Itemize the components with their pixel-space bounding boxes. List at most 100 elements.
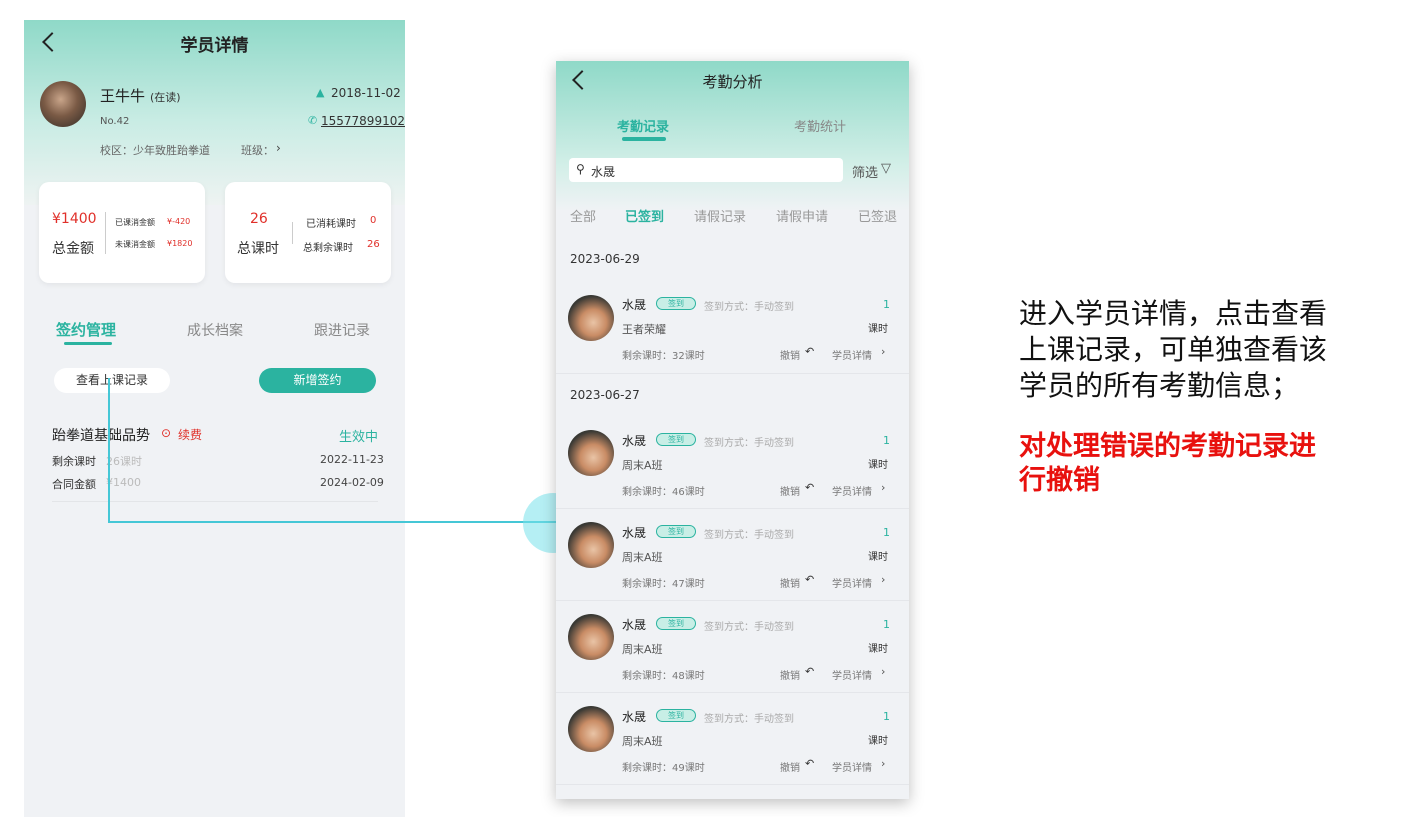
contract-end-date: 2024-02-09: [320, 476, 384, 489]
view-class-records-button[interactable]: 查看上课记录: [54, 368, 170, 393]
subtab-leave-requests[interactable]: 请假申请: [776, 206, 828, 225]
student-detail-link[interactable]: 学员详情: [832, 575, 872, 590]
tab-indicator: [64, 342, 112, 345]
connector-line: [108, 521, 560, 523]
attendance-record[interactable]: 水晟 签到 签到方式：手动签到 1 周末A班 课时 剩余课时：49课时 撤销 ↶…: [556, 695, 909, 785]
tab-attendance-records[interactable]: 考勤记录: [617, 116, 669, 135]
record-remaining: 剩余课时：48课时: [622, 671, 705, 682]
student-detail-link[interactable]: 学员详情: [832, 759, 872, 774]
divider: [52, 501, 378, 502]
student-detail-link[interactable]: 学员详情: [832, 667, 872, 682]
record-remaining: 剩余课时：32课时: [622, 351, 705, 362]
undo-icon[interactable]: ↶: [805, 345, 814, 358]
undo-icon[interactable]: ↶: [805, 573, 814, 586]
record-unit: 课时: [868, 552, 888, 563]
record-unit: 课时: [868, 644, 888, 655]
revoke-button[interactable]: 撤销: [780, 483, 800, 498]
record-remaining: 剩余课时：49课时: [622, 763, 705, 774]
contract-status: 生效中: [339, 430, 379, 445]
search-icon: ⚲: [576, 162, 585, 176]
student-name: 王牛牛: [100, 87, 146, 105]
chevron-right-icon[interactable]: ›: [881, 573, 885, 586]
subtab-leave-records[interactable]: 请假记录: [694, 206, 746, 225]
record-remaining: 剩余课时：47课时: [622, 579, 705, 590]
filter-button[interactable]: 筛选: [852, 162, 878, 181]
record-unit: 课时: [868, 736, 888, 747]
record-name: 水晟: [622, 298, 647, 312]
revoke-button[interactable]: 撤销: [780, 575, 800, 590]
attendance-record[interactable]: 水晟 签到 签到方式：手动签到 1 周末A班 课时 剩余课时：46课时 撤销 ↶…: [556, 419, 909, 509]
record-count: 1: [883, 298, 890, 311]
page-title: 学员详情: [180, 36, 249, 56]
tab-attendance-stats[interactable]: 考勤统计: [794, 116, 846, 135]
attendance-analysis-screen: 考勤分析 考勤记录 考勤统计 ⚲ 水晟 筛选 ▽ 全部 已签到 请假记录 请假申…: [556, 61, 909, 799]
contract-remaining-value: 26课时: [106, 455, 142, 468]
chevron-right-icon[interactable]: ›: [881, 665, 885, 678]
remaining-hours-label: 总剩余课时: [303, 243, 353, 254]
signin-method: 签到方式：手动签到: [704, 530, 794, 541]
revoke-button[interactable]: 撤销: [780, 667, 800, 682]
record-name: 水晟: [622, 618, 647, 632]
tab-indicator: [622, 137, 666, 141]
tab-contract[interactable]: 签约管理: [56, 319, 116, 340]
used-hours-value: 0: [370, 215, 377, 226]
attendance-record[interactable]: 水晟 签到 签到方式：手动签到 1 王者荣耀 课时 剩余课时：32课时 撤销 ↶…: [556, 284, 909, 374]
annotation-line: 学员的所有考勤信息；: [1019, 369, 1300, 402]
new-contract-button[interactable]: 新增签约: [259, 368, 376, 393]
undo-icon[interactable]: ↶: [805, 665, 814, 678]
attendance-record[interactable]: 水晟 签到 签到方式：手动签到 1 周末A班 课时 剩余课时：47课时 撤销 ↶…: [556, 511, 909, 601]
unconsumed-value: ¥1820: [167, 239, 193, 248]
record-class: 王者荣耀: [622, 323, 666, 336]
signin-badge: 签到: [656, 525, 696, 538]
chevron-right-icon[interactable]: ›: [276, 141, 281, 155]
chevron-right-icon[interactable]: ›: [881, 481, 885, 494]
remaining-hours-value: 26: [367, 239, 380, 250]
student-avatar: [568, 614, 614, 660]
revoke-button[interactable]: 撤销: [780, 759, 800, 774]
record-count: 1: [883, 710, 890, 723]
annotation-highlight: 行撤销: [1019, 465, 1100, 496]
signin-badge: 签到: [656, 709, 696, 722]
annotation-line: 上课记录，可单独查看该: [1019, 333, 1328, 366]
page-title: 考勤分析: [702, 73, 763, 91]
student-avatar: [568, 706, 614, 752]
annotation-line: 进入学员详情，点击查看: [1019, 297, 1328, 330]
tab-growth[interactable]: 成长档案: [187, 320, 243, 340]
record-class: 周末A班: [622, 459, 663, 472]
undo-icon[interactable]: ↶: [805, 757, 814, 770]
subtab-all[interactable]: 全部: [570, 206, 596, 225]
record-unit: 课时: [868, 324, 888, 335]
signin-method: 签到方式：手动签到: [704, 622, 794, 633]
signin-method: 签到方式：手动签到: [704, 302, 794, 313]
contract-name[interactable]: 跆拳道基础品势: [52, 425, 150, 445]
group-date: 2023-06-27: [570, 388, 640, 402]
chevron-right-icon[interactable]: ›: [881, 345, 885, 358]
renew-icon[interactable]: ⊙: [161, 426, 171, 440]
search-input[interactable]: ⚲ 水晟: [569, 158, 843, 182]
total-hours-label: 总课时: [237, 241, 279, 257]
student-avatar: [40, 81, 86, 127]
subtab-signed-out[interactable]: 已签退: [858, 206, 897, 225]
tab-followup[interactable]: 跟进记录: [314, 320, 370, 340]
renew-link[interactable]: 续费: [178, 426, 202, 443]
record-class: 周末A班: [622, 735, 663, 748]
student-avatar: [568, 430, 614, 476]
undo-icon[interactable]: ↶: [805, 481, 814, 494]
unconsumed-label: 未课消金额: [115, 240, 155, 249]
student-detail-link[interactable]: 学员详情: [832, 483, 872, 498]
subtab-signed-in[interactable]: 已签到: [625, 206, 664, 225]
chevron-right-icon[interactable]: ›: [881, 757, 885, 770]
filter-icon[interactable]: ▽: [881, 161, 891, 176]
phone-number[interactable]: 15577899102: [321, 114, 405, 128]
campus-label: 校区：少年致胜跆拳道: [100, 144, 210, 157]
student-avatar: [568, 522, 614, 568]
divider: [105, 212, 106, 254]
student-detail-link[interactable]: 学员详情: [832, 347, 872, 362]
record-name: 水晟: [622, 710, 647, 724]
signin-badge: 签到: [656, 617, 696, 630]
annotation: 进入学员详情，点击查看 上课记录，可单独查看该 学员的所有考勤信息； 对处理错误…: [1019, 296, 1399, 498]
class-label[interactable]: 班级：: [241, 142, 274, 158]
revoke-button[interactable]: 撤销: [780, 347, 800, 362]
contract-start-date: 2022-11-23: [320, 453, 384, 466]
attendance-record[interactable]: 水晟 签到 签到方式：手动签到 1 周末A班 课时 剩余课时：48课时 撤销 ↶…: [556, 603, 909, 693]
